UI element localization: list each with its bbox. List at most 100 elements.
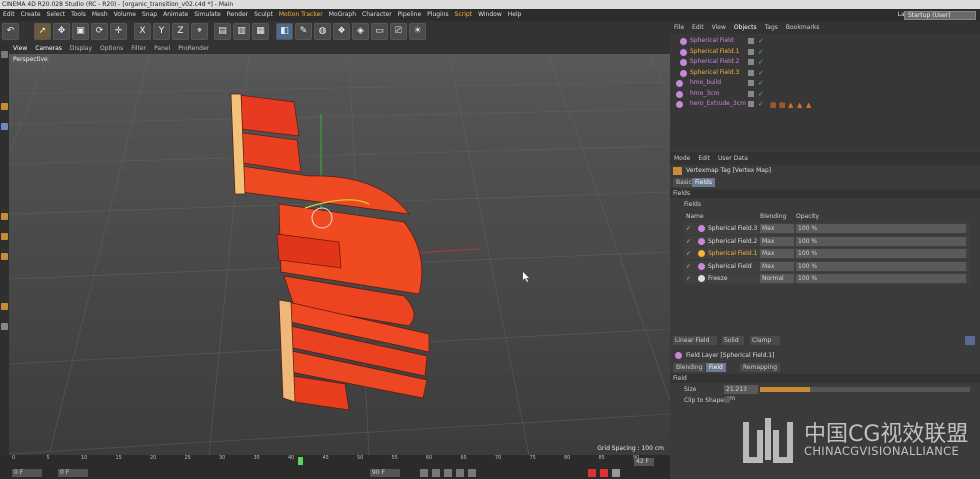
menu-item[interactable]: Pipeline xyxy=(398,11,421,18)
viewport-menu-item[interactable]: View xyxy=(13,45,27,52)
render-settings-icon[interactable]: ▦ xyxy=(252,23,269,40)
step-forward-icon[interactable] xyxy=(456,469,464,477)
tag-icon[interactable]: ▦ xyxy=(779,100,786,110)
tab-field[interactable]: Field xyxy=(706,363,726,372)
visibility-switch[interactable] xyxy=(748,38,754,44)
min-frame-field[interactable]: 0 F xyxy=(58,469,88,477)
enable-check-icon[interactable]: ✓ xyxy=(686,261,691,272)
subdivision-icon[interactable]: ◍ xyxy=(314,23,331,40)
object-row[interactable]: hero_Extrude_3cm ✓ ▦ ▦ ▲ ▲ ▲ xyxy=(670,99,980,109)
enable-check-icon[interactable]: ✓ xyxy=(758,99,764,109)
visibility-switch[interactable] xyxy=(748,90,754,97)
visibility-switch[interactable] xyxy=(748,80,754,86)
om-menu-item[interactable]: View xyxy=(712,24,726,31)
object-row[interactable]: hmo_3cm ✓ xyxy=(670,89,980,99)
tab-remapping[interactable]: Remapping xyxy=(740,363,781,372)
make-editable-icon[interactable] xyxy=(1,51,8,58)
menu-item[interactable]: Mesh xyxy=(92,11,108,18)
autokey-icon[interactable] xyxy=(600,469,608,477)
tag-icon[interactable]: ▲ xyxy=(788,100,793,110)
undo-icon[interactable]: ↶ xyxy=(2,23,19,40)
object-row[interactable]: Spherical Field ✓ xyxy=(670,36,980,46)
menu-item[interactable]: Snap xyxy=(142,11,157,18)
linear-field-button[interactable]: Linear Field xyxy=(673,336,717,345)
texture-mode-icon[interactable] xyxy=(1,123,8,130)
layout-select[interactable]: Startup (User) xyxy=(904,11,976,20)
blending-select[interactable]: Max xyxy=(760,261,794,271)
timeline-ruler[interactable]: 05101520253035404550556065707580859042 F xyxy=(0,455,670,468)
viewport-menu-item[interactable]: Filter xyxy=(131,45,146,52)
enable-check-icon[interactable]: ✓ xyxy=(758,89,764,99)
enable-check-icon[interactable]: ✓ xyxy=(686,223,691,234)
move-tool-icon[interactable]: ✥ xyxy=(53,23,70,40)
blending-select[interactable]: Max xyxy=(760,249,794,258)
enable-check-icon[interactable]: ✓ xyxy=(758,57,764,67)
menu-item[interactable]: Select xyxy=(47,11,66,18)
menu-item[interactable]: Volume xyxy=(114,11,136,18)
menu-item[interactable]: Tools xyxy=(71,11,86,18)
camera-icon[interactable]: ⎚ xyxy=(390,23,407,40)
opacity-field[interactable]: 100 % xyxy=(796,249,966,258)
play-icon[interactable] xyxy=(444,469,452,477)
edges-mode-icon[interactable] xyxy=(1,233,8,240)
blending-select[interactable]: Max xyxy=(760,224,794,233)
goto-end-icon[interactable] xyxy=(468,469,476,477)
menu-item[interactable]: Edit xyxy=(3,11,15,18)
enable-check-icon[interactable]: ✓ xyxy=(686,236,691,247)
rotate-tool-icon[interactable]: ⟳ xyxy=(91,23,108,40)
enable-check-icon[interactable]: ✓ xyxy=(758,47,764,57)
playhead[interactable] xyxy=(298,457,303,465)
clamp-button[interactable]: Clamp xyxy=(750,336,780,345)
scale-tool-icon[interactable]: ▣ xyxy=(72,23,89,40)
om-menu-item[interactable]: Edit xyxy=(692,24,704,31)
enable-check-icon[interactable]: ✓ xyxy=(758,36,764,46)
object-row[interactable]: Spherical Field.3 ✓ xyxy=(670,68,980,78)
polygons-mode-icon[interactable] xyxy=(1,253,8,260)
om-menu-item[interactable]: Bookmarks xyxy=(786,24,820,31)
y-axis-button[interactable]: Y xyxy=(153,23,170,40)
menu-item[interactable]: Character xyxy=(362,11,392,18)
am-menu-item[interactable]: Mode xyxy=(674,155,690,162)
om-menu-item[interactable]: Tags xyxy=(765,24,778,31)
blending-select[interactable]: Max xyxy=(760,236,794,246)
viewport-menu-item[interactable]: Options xyxy=(100,45,123,52)
opacity-field[interactable]: 100 % xyxy=(796,236,966,246)
menu-item[interactable]: Plugins xyxy=(427,11,449,18)
record-icon[interactable] xyxy=(588,469,596,477)
pen-icon[interactable]: ✎ xyxy=(295,23,312,40)
menu-item[interactable]: Help xyxy=(508,11,522,18)
object-row[interactable]: Spherical Field.1 ✓ xyxy=(670,47,980,57)
end-frame-field[interactable]: 42 F xyxy=(634,458,654,466)
axis-mode-icon[interactable] xyxy=(1,303,8,310)
viewport-menu-item[interactable]: Panel xyxy=(154,45,170,52)
am-menu-item[interactable]: Edit xyxy=(698,155,710,162)
points-mode-icon[interactable] xyxy=(1,213,8,220)
coordinate-system-icon[interactable]: ⌖ xyxy=(191,23,208,40)
om-menu-item[interactable]: Objects xyxy=(734,24,757,31)
current-frame-field[interactable]: 0 F xyxy=(12,469,42,477)
field-row[interactable]: ✓ Spherical Field Max 100 % xyxy=(684,260,970,272)
floor-icon[interactable]: ▭ xyxy=(371,23,388,40)
field-row[interactable]: ✓ Spherical Field.3 Max 100 % xyxy=(684,223,970,234)
light-icon[interactable]: ☀ xyxy=(409,23,426,40)
3d-viewport[interactable]: Perspective Grid Spacing : 100 cm xyxy=(9,54,670,455)
step-back-icon[interactable] xyxy=(432,469,440,477)
enable-check-icon[interactable]: ✓ xyxy=(686,248,691,259)
render-picture-viewer-icon[interactable]: ▥ xyxy=(233,23,250,40)
viewport-menu-item[interactable]: ProRender xyxy=(178,45,209,52)
tab-fields[interactable]: Fields xyxy=(692,178,715,187)
visibility-switch[interactable] xyxy=(748,48,754,55)
cube-icon[interactable]: ◧ xyxy=(276,23,293,40)
tag-icon[interactable]: ▦ xyxy=(770,100,777,110)
tag-icon[interactable]: ▲ xyxy=(806,100,811,110)
tab-blending[interactable]: Blending xyxy=(673,363,706,372)
goto-start-icon[interactable] xyxy=(420,469,428,477)
model-mode-icon[interactable] xyxy=(1,103,8,110)
snap-icon[interactable] xyxy=(1,323,8,330)
max-frame-field[interactable]: 90 F xyxy=(370,469,400,477)
visibility-switch[interactable] xyxy=(748,59,754,65)
x-axis-button[interactable]: X xyxy=(134,23,151,40)
om-menu-item[interactable]: File xyxy=(674,24,684,31)
z-axis-button[interactable]: Z xyxy=(172,23,189,40)
solid-button[interactable]: Solid xyxy=(722,336,744,345)
